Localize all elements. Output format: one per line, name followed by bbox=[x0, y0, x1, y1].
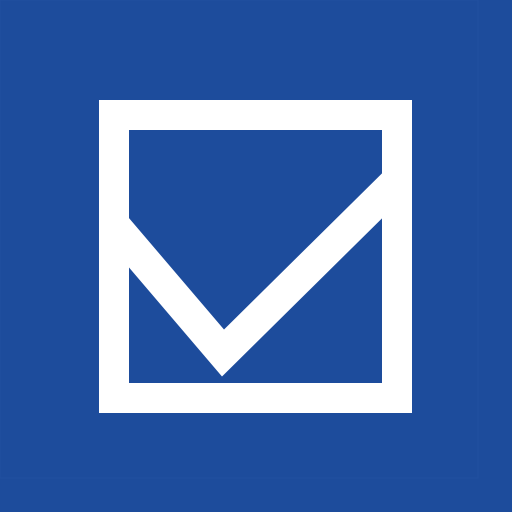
icon-background bbox=[0, 0, 512, 512]
app-icon bbox=[0, 0, 512, 512]
checkbox-check-icon bbox=[0, 0, 512, 512]
